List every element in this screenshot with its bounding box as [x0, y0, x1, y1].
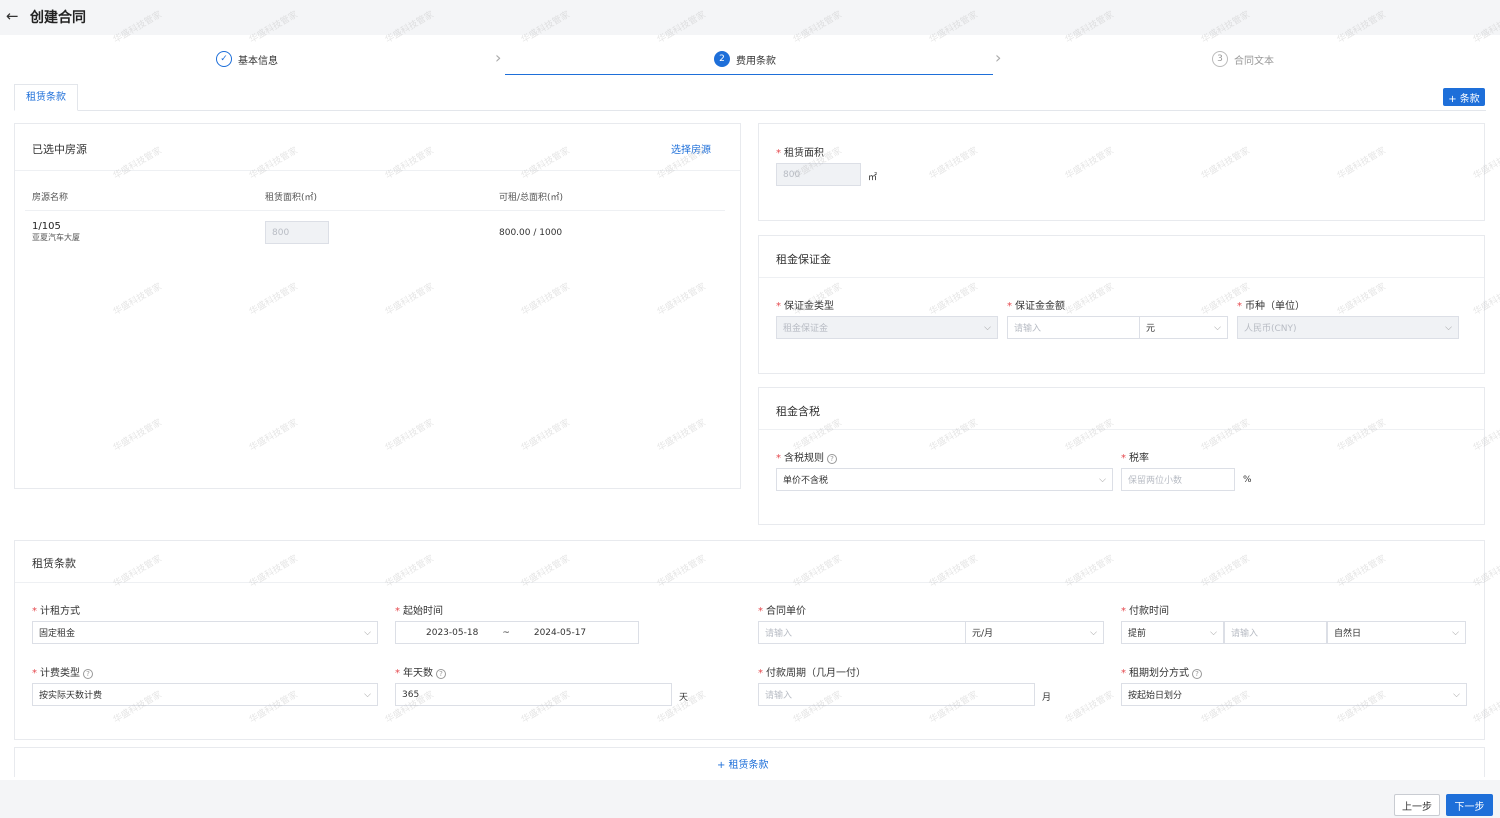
start-date: 2023-05-18: [426, 627, 479, 638]
deposit-unit-select[interactable]: 元 ⌵: [1139, 316, 1228, 339]
building-name: 亚夏汽车大厦: [32, 233, 80, 242]
rent-method-label: * 计租方式: [32, 606, 80, 617]
column-header-house-name: 房源名称: [32, 193, 69, 203]
pay-cycle-input[interactable]: 请输入: [758, 683, 1035, 706]
billing-type-label: * 计费类型?: [32, 664, 93, 679]
tax-rate-label: * 税率: [1121, 453, 1149, 464]
tax-rule-select[interactable]: 单价不含税 ⌵: [776, 468, 1113, 491]
add-clause-button[interactable]: + 条款: [1443, 88, 1485, 106]
step-contract-text[interactable]: 3 合同文本: [1212, 51, 1274, 67]
currency-label: * 币种（单位）: [1237, 301, 1305, 312]
chevron-down-icon: ⌵: [1214, 322, 1221, 333]
top-bar: ← 创建合同: [0, 0, 1500, 35]
card-title: 已选中房源: [32, 143, 87, 156]
lease-area-unit: ㎡: [868, 173, 878, 183]
rent-method-select[interactable]: 固定租金 ⌵: [32, 621, 378, 644]
tax-rate-input[interactable]: 保留两位小数: [1121, 468, 1235, 491]
period-split-select[interactable]: 按起始日划分 ⌵: [1121, 683, 1467, 706]
chevron-down-icon: ⌵: [364, 627, 371, 638]
divider: [15, 582, 1484, 583]
table-header-divider: [25, 210, 725, 211]
range-separator: ~: [502, 627, 510, 638]
date-range-picker[interactable]: 2023-05-18 ~ 2024-05-17: [395, 621, 639, 644]
chevron-down-icon: ⌵: [1099, 474, 1106, 485]
step-label: 费用条款: [736, 55, 776, 67]
arrow-left-icon[interactable]: ←: [6, 7, 19, 25]
lease-area-card: * 租赁面积 800 ㎡: [758, 123, 1485, 221]
add-lease-term-button[interactable]: + 租赁条款: [717, 756, 769, 771]
unit-price-unit-select[interactable]: 元/月 ⌵: [965, 621, 1104, 644]
end-date: 2024-05-17: [533, 627, 587, 638]
step-number: 2: [714, 51, 730, 67]
tax-rate-unit: %: [1243, 475, 1252, 485]
chevron-down-icon: ⌵: [1210, 627, 1217, 638]
lease-area-field[interactable]: 800: [776, 163, 861, 186]
unit-price-label: * 合同单价: [758, 606, 806, 617]
house-number: 1/105: [32, 221, 61, 232]
unit-price-input[interactable]: 请输入: [758, 621, 966, 644]
pay-time-days-input[interactable]: 请输入: [1224, 621, 1327, 644]
step-label: 合同文本: [1234, 55, 1274, 67]
tab-lease-terms[interactable]: 租赁条款: [14, 84, 78, 111]
deposit-type-label: * 保证金类型: [776, 301, 834, 312]
chevron-down-icon: ⌵: [1090, 627, 1097, 638]
help-icon: ?: [436, 669, 446, 679]
divider: [15, 170, 740, 171]
deposit-amount-input[interactable]: 请输入: [1007, 316, 1140, 339]
card-title: 租金含税: [776, 405, 820, 418]
lease-area-label: * 租赁面积: [776, 148, 824, 159]
page-title: 创建合同: [30, 10, 86, 26]
pay-time-label: * 付款时间: [1121, 606, 1169, 617]
pay-time-mode-select[interactable]: 提前 ⌵: [1121, 621, 1224, 644]
billing-type-select[interactable]: 按实际天数计费 ⌵: [32, 683, 378, 706]
step-fee-terms[interactable]: 2 费用条款: [714, 51, 776, 67]
chevron-down-icon: ⌵: [1452, 627, 1459, 638]
tax-card: 租金含税 * 含税规则? 单价不含税 ⌵ * 税率 保留两位小数 %: [758, 387, 1485, 525]
check-icon: ✓: [216, 51, 232, 67]
help-icon: ?: [1192, 669, 1202, 679]
help-icon: ?: [83, 669, 93, 679]
step-basic-info[interactable]: ✓ 基本信息: [216, 51, 278, 67]
column-header-available-area: 可租/总面积(㎡): [499, 193, 564, 203]
next-step-button[interactable]: 下一步: [1446, 794, 1493, 816]
card-title: 租金保证金: [776, 253, 831, 266]
pay-cycle-label: * 付款周期（几月一付）: [758, 668, 866, 679]
card-title: 租赁条款: [32, 557, 76, 570]
start-time-label: * 起始时间: [395, 606, 443, 617]
active-step-underline: [505, 74, 993, 75]
divider: [759, 277, 1484, 278]
lease-terms-card: 租赁条款 * 计租方式 固定租金 ⌵ * 起始时间 2023-05-18 ~ 2024…: [14, 540, 1485, 740]
footer-bar: 上一步 下一步: [0, 780, 1500, 818]
help-icon: ?: [827, 454, 837, 464]
pay-cycle-unit: 月: [1042, 693, 1052, 703]
table-row: 1/105 亚夏汽车大厦: [32, 221, 80, 243]
chevron-right-icon: ›: [495, 48, 502, 67]
available-total-value: 800.00 / 1000: [499, 228, 563, 238]
chevron-down-icon: ⌵: [1445, 322, 1452, 333]
currency-select[interactable]: 人民币(CNY) ⌵: [1237, 316, 1459, 339]
year-days-label: * 年天数?: [395, 664, 446, 679]
select-house-link[interactable]: 选择房源: [671, 141, 711, 156]
deposit-card: 租金保证金 * 保证金类型 租金保证金 ⌵ * 保证金金额 请输入 元 ⌵ * 币种（单位…: [758, 235, 1485, 374]
step-number: 3: [1212, 51, 1228, 67]
chevron-down-icon: ⌵: [364, 689, 371, 700]
tax-rule-label: * 含税规则?: [776, 449, 837, 464]
lease-area-input[interactable]: 800: [265, 221, 329, 244]
deposit-type-select[interactable]: 租金保证金 ⌵: [776, 316, 998, 339]
year-days-input[interactable]: 365: [395, 683, 672, 706]
add-lease-term-bar: + 租赁条款: [14, 747, 1485, 777]
year-days-unit: 天: [679, 693, 689, 703]
column-header-lease-area: 租赁面积(㎡): [265, 193, 318, 203]
deposit-amount-label: * 保证金金额: [1007, 301, 1065, 312]
selected-houses-card: 已选中房源 选择房源 房源名称 租赁面积(㎡) 可租/总面积(㎡) 1/105 …: [14, 123, 741, 489]
divider: [759, 429, 1484, 430]
chevron-down-icon: ⌵: [1453, 689, 1460, 700]
step-label: 基本信息: [238, 55, 278, 67]
chevron-right-icon: ›: [995, 48, 1002, 67]
chevron-down-icon: ⌵: [984, 322, 991, 333]
prev-step-button[interactable]: 上一步: [1394, 794, 1440, 816]
period-split-label: * 租期划分方式?: [1121, 664, 1202, 679]
pay-time-day-type-select[interactable]: 自然日 ⌵: [1327, 621, 1466, 644]
tab-bar-divider: [14, 110, 1486, 111]
